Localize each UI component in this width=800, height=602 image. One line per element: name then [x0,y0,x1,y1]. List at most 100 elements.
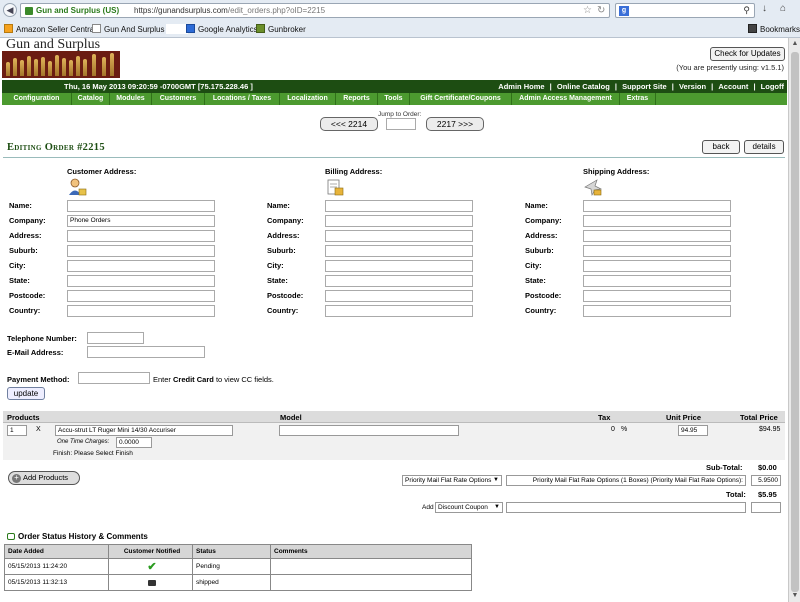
product-name-input[interactable]: Accu-strut LT Ruger Mini 14/30 Accuriser [55,425,233,436]
menu-modules[interactable]: Modules [110,93,152,105]
download-icon[interactable]: ↓ [762,3,767,14]
dropdown-arrow-icon: ▼ [493,477,499,483]
shipping-suburb-label: Suburb: [525,246,554,255]
times-sign: X [36,426,41,433]
link-admin-home[interactable]: Admin Home [498,82,544,91]
scroll-thumb[interactable] [791,52,799,592]
telephone-input[interactable] [87,332,144,344]
bookmark-amazon[interactable]: Amazon Seller Central [4,24,96,35]
customer-name-input[interactable] [67,200,215,212]
menu-localization[interactable]: Localization [280,93,336,105]
menu-reports[interactable]: Reports [336,93,378,105]
link-account[interactable]: Account [718,82,748,91]
shipping-name-input[interactable] [583,200,731,212]
update-button[interactable]: update [7,387,45,400]
billing-state-input[interactable] [325,275,473,287]
billing-company-input[interactable] [325,215,473,227]
product-model-input[interactable] [279,425,459,436]
one-time-charges-input[interactable]: 0.0000 [116,437,152,448]
customer-state-input[interactable] [67,275,215,287]
google-icon: g [619,6,629,16]
shipping-cost-input[interactable]: 5.9500 [751,475,781,486]
total-label: Total: [726,490,746,499]
reload-icon[interactable]: ↻ [597,5,605,16]
shipping-street-input[interactable] [583,230,731,242]
bookmark-gun-and-surplus[interactable]: Gun And Surplus [92,24,189,35]
prev-order-button[interactable]: <<< 2214 [320,117,378,131]
link-version[interactable]: Version [679,82,706,91]
cartridge-graphic [13,58,17,76]
shipping-country-label: Country: [525,306,557,315]
telephone-label: Telephone Number: [7,334,77,343]
cartridge-graphic [41,57,45,76]
menu-customers[interactable]: Customers [152,93,205,105]
back-arrow-icon[interactable]: ◀ [3,3,17,17]
add-total-type-select[interactable]: Discount Coupon ▼ [435,502,503,513]
vertical-scrollbar[interactable]: ▲ ▼ [788,38,800,602]
add-total-description-input[interactable] [506,502,746,513]
back-button[interactable]: back [702,140,740,154]
menu-tools[interactable]: Tools [378,93,410,105]
shipping-state-input[interactable] [583,275,731,287]
customer-address-label: Address: [9,231,42,240]
cartridge-graphic [20,60,24,76]
bookmark-gunbroker[interactable]: Gunbroker [256,24,306,35]
address-bar[interactable]: Gun and Surplus (US) https://gunandsurpl… [20,3,610,18]
col-customer-notified: Customer Notified [108,544,193,559]
store-logo[interactable] [2,51,120,78]
customer-company-input[interactable]: Phone Orders [67,215,215,227]
link-logoff[interactable]: Logoff [761,82,784,91]
customer-street-input[interactable] [67,230,215,242]
shipping-company-input[interactable] [583,215,731,227]
add-products-button[interactable]: + Add Products [8,471,80,485]
menu-configuration[interactable]: Configuration [2,93,72,105]
menu-locations-taxes[interactable]: Locations / Taxes [205,93,280,105]
unit-price-input[interactable]: 94.95 [678,425,708,436]
billing-postcode-input[interactable] [325,290,473,302]
customer-city-input[interactable] [67,260,215,272]
customer-address-heading: Customer Address: [67,167,137,176]
customer-country-input[interactable] [67,305,215,317]
jump-to-order-input[interactable] [386,118,416,130]
link-online-catalog[interactable]: Online Catalog [557,82,610,91]
billing-name-input[interactable] [325,200,473,212]
billing-country-input[interactable] [325,305,473,317]
bookmark-google-analytics[interactable]: Google Analytics [186,24,258,35]
gunbroker-icon [256,24,265,33]
search-icon[interactable]: ⚲ [743,5,750,16]
scroll-up-arrow-icon[interactable]: ▲ [789,38,800,50]
menu-gift-certificates[interactable]: Gift Certificate/Coupons [410,93,512,105]
menu-admin-access[interactable]: Admin Access Management [512,93,620,105]
shipping-city-input[interactable] [583,260,731,272]
payment-method-input[interactable] [78,372,150,384]
home-icon[interactable]: ⌂ [780,3,786,14]
customer-postcode-input[interactable] [67,290,215,302]
add-total-amount-input[interactable] [751,502,781,513]
details-button[interactable]: details [744,140,784,154]
shipping-country-input[interactable] [583,305,731,317]
scroll-down-arrow-icon[interactable]: ▼ [789,590,800,602]
shipping-description-input[interactable]: Priority Mail Flat Rate Options (1 Boxes… [506,475,746,486]
shipping-postcode-input[interactable] [583,290,731,302]
col-total-price: Total Price [740,413,778,422]
link-support-site[interactable]: Support Site [622,82,667,91]
col-tax: Tax [598,413,611,422]
menu-catalog[interactable]: Catalog [72,93,110,105]
link-separator: | [711,82,714,91]
lock-icon [148,579,156,586]
email-input[interactable] [87,346,205,358]
next-order-button[interactable]: 2217 >>> [426,117,484,131]
billing-city-input[interactable] [325,260,473,272]
page-title: Editing Order #2215 [7,142,105,153]
billing-street-input[interactable] [325,230,473,242]
search-bar[interactable]: g ⚲ [615,3,755,18]
product-qty-input[interactable]: 1 [7,425,27,436]
billing-suburb-input[interactable] [325,245,473,257]
check-updates-button[interactable]: Check for Updates [710,47,785,61]
customer-suburb-input[interactable] [67,245,215,257]
menu-extras[interactable]: Extras [620,93,656,105]
star-icon[interactable]: ☆ [583,5,592,16]
shipping-suburb-input[interactable] [583,245,731,257]
shipping-method-select[interactable]: Priority Mail Flat Rate Options ▼ [402,475,502,486]
bookmarks-menu[interactable]: Bookmarks [748,24,800,35]
